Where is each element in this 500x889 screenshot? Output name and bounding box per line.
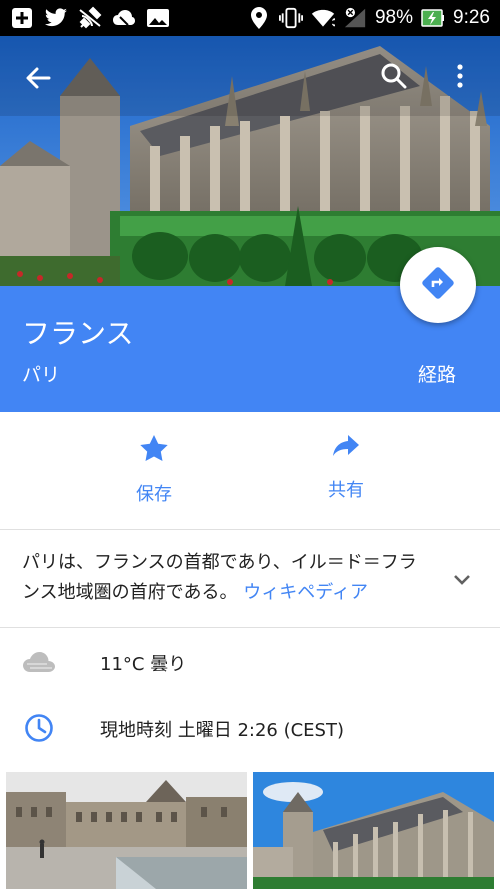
location-icon	[247, 6, 271, 30]
share-arrow-icon	[332, 434, 360, 462]
weather-row: 11°C 曇り	[0, 634, 500, 690]
wikipedia-link[interactable]: ウィキペディア	[243, 582, 368, 603]
twitter-icon	[44, 6, 68, 30]
plus-box-icon	[10, 6, 34, 30]
cloud-icon	[112, 6, 136, 30]
back-arrow-icon[interactable]	[18, 58, 58, 98]
description-section: パリは、フランスの首都であり、イル＝ド＝フランス地域圏の首府である。 ウィキペデ…	[0, 530, 500, 628]
photo-thumbnail-louvre[interactable]	[6, 772, 247, 889]
star-icon	[139, 434, 169, 466]
status-bar: 98% 9:26	[0, 0, 500, 36]
directions-button[interactable]	[400, 247, 476, 323]
directions-icon	[421, 266, 455, 304]
photo-thumbnail-cathedral[interactable]	[253, 772, 494, 889]
route-label[interactable]: 経路	[418, 360, 456, 387]
cloudy-icon	[22, 646, 56, 678]
save-label: 保存	[136, 484, 172, 505]
satellite-icon	[78, 6, 102, 30]
wifi-icon	[311, 6, 335, 30]
chevron-down-icon[interactable]	[448, 566, 476, 594]
battery-charging-icon	[421, 6, 445, 30]
battery-percent: 98%	[374, 7, 414, 28]
place-subtitle: パリ	[22, 364, 61, 386]
place-title: フランス	[22, 317, 134, 350]
search-icon[interactable]	[374, 56, 414, 96]
share-button[interactable]: 共有	[286, 434, 406, 502]
share-label: 共有	[328, 480, 364, 501]
signal-icon	[343, 6, 367, 30]
vibrate-icon	[278, 6, 303, 30]
clock-icon	[22, 712, 56, 744]
local-time-row: 現地時刻 土曜日 2:26 (CEST)	[0, 700, 500, 756]
photo-strip	[0, 772, 500, 889]
status-time: 9:26	[453, 7, 490, 28]
weather-text: 11°C 曇り	[100, 654, 187, 675]
save-button[interactable]: 保存	[94, 434, 214, 506]
more-vert-icon[interactable]	[440, 56, 480, 96]
local-time-text: 現地時刻 土曜日 2:26 (CEST)	[100, 720, 344, 741]
image-icon	[146, 6, 170, 30]
toolbar	[0, 44, 500, 108]
description-text: パリは、フランスの首都であり、イル＝ド＝フランス地域圏の首府である。 ウィキペデ…	[22, 548, 434, 608]
action-bar: 保存 共有	[0, 412, 500, 530]
